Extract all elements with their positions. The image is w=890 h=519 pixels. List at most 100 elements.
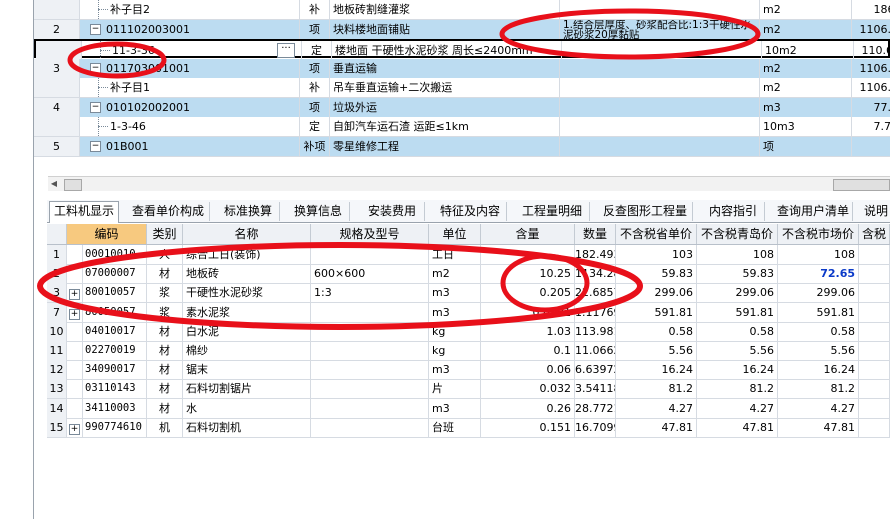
row-code-cell[interactable]: 1-3-46 <box>80 117 300 136</box>
tab-quantity-detail[interactable]: 工程量明细 <box>515 202 590 221</box>
row-name[interactable]: 楼地面 干硬性水泥砂浆 周长≤2400mm <box>332 41 562 60</box>
resource-name[interactable]: 地板砖 <box>183 264 311 284</box>
resource-spec[interactable] <box>311 302 429 322</box>
row-name[interactable]: 零星维修工程 <box>330 136 560 156</box>
resource-code[interactable]: 80010057 <box>83 283 147 303</box>
resource-row[interactable]: 7 +80050057 浆素水泥浆 m3 0.0101 1.11769 591.81 591.… <box>47 302 890 323</box>
resource-code[interactable]: 990774610 <box>83 417 147 437</box>
tab-notes[interactable]: 说明 <box>862 202 890 221</box>
resource-spec[interactable] <box>311 245 429 264</box>
resource-consumption[interactable]: 0.032 <box>481 379 575 399</box>
row-code-cell[interactable]: −011703001001 <box>80 58 300 78</box>
tab-reverse-graphic[interactable]: 反查图形工程量 <box>598 202 693 221</box>
resource-spec[interactable]: 600×600 <box>311 264 429 284</box>
resource-consumption[interactable]: 0.205 <box>481 283 575 303</box>
resource-spec[interactable] <box>311 379 429 399</box>
resource-code[interactable]: 00010010 <box>83 245 147 264</box>
resource-row[interactable]: 2 07000007 材地板砖 600×600 m2 10.25 1134.28 59.83 5… <box>47 264 890 285</box>
resource-code[interactable]: 02270019 <box>83 341 147 360</box>
resource-row[interactable]: 11 02270019 材棉纱 kg 0.1 11.0662 5.56 5.56 5.56 <box>47 341 890 361</box>
resource-name[interactable]: 白水泥 <box>183 321 311 341</box>
row-quantity[interactable]: 1106.62 <box>852 20 890 39</box>
header-consumption[interactable]: 含量 <box>481 224 575 244</box>
resource-consumption[interactable]: 0.06 <box>481 360 575 380</box>
row-name[interactable]: 地板砖割缝灌浆 <box>330 0 560 19</box>
resource-code[interactable]: 04010017 <box>83 321 147 341</box>
collapse-icon[interactable]: − <box>90 24 101 35</box>
tab-content-guide[interactable]: 内容指引 <box>702 202 765 221</box>
row-feature[interactable] <box>560 58 760 78</box>
resource-spec[interactable] <box>311 321 429 341</box>
resource-market-price[interactable]: 0.58 <box>778 321 859 341</box>
collapse-icon[interactable]: − <box>90 141 101 152</box>
resource-name[interactable]: 棉纱 <box>183 341 311 360</box>
resource-name[interactable]: 素水泥浆 <box>183 302 311 322</box>
row-feature[interactable]: 1.结合层厚度、砂浆配合比:1:3干硬性水泥砂浆20厚黏贴 <box>560 19 760 39</box>
header-quantity[interactable]: 数量 <box>575 224 616 244</box>
row-quantity[interactable]: 186.2 <box>852 0 890 19</box>
row-code-cell[interactable]: 补子目1 <box>80 78 300 97</box>
resource-code[interactable]: 34110003 <box>83 398 147 418</box>
resource-expander-cell[interactable] <box>67 398 83 418</box>
header-market-price[interactable]: 不含税市场价 <box>778 224 859 244</box>
resource-row[interactable]: 1 00010010 人综合工日(装饰) 工日 182.493 103 108 108 <box>47 245 890 265</box>
resource-consumption[interactable]: 0.1 <box>481 341 575 360</box>
resource-market-price[interactable]: 591.81 <box>778 302 859 322</box>
resource-name[interactable]: 综合工日(装饰) <box>183 245 311 264</box>
tab-query-user-list[interactable]: 查询用户清单 <box>774 202 853 221</box>
resource-spec[interactable] <box>311 360 429 380</box>
resource-expander-cell[interactable] <box>67 379 83 399</box>
resource-row[interactable]: 12 34090017 材锯末 m3 0.06 6.63972 16.24 16.24 16.2… <box>47 360 890 381</box>
bill-item-row[interactable]: 5−01B001补项零星维修工程项1 <box>34 136 890 157</box>
row-code-cell[interactable]: 11-3-36 ··· <box>82 41 302 60</box>
bill-item-row[interactable]: 3−011703001001项垂直运输m21106.62 <box>34 58 890 79</box>
row-quantity[interactable]: 110.662 <box>854 41 890 60</box>
resource-market-price[interactable]: 4.27 <box>778 398 859 418</box>
resource-row[interactable]: 10 04010017 材白水泥 kg 1.03 113.981 0.58 0.58 0.58 <box>47 321 890 342</box>
resource-row[interactable]: 14 34110003 材水 m3 0.26 28.7721 4.27 4.27 4.27 <box>47 398 890 419</box>
header-spec[interactable]: 规格及型号 <box>311 224 429 244</box>
row-feature[interactable] <box>560 97 760 117</box>
header-tax-price[interactable]: 含税 <box>859 224 890 244</box>
header-name[interactable]: 名称 <box>183 224 311 244</box>
resource-expander-cell[interactable] <box>67 360 83 380</box>
header-province-price[interactable]: 不含税省单价 <box>616 224 697 244</box>
resource-code[interactable]: 07000007 <box>83 264 147 284</box>
resource-expander-cell[interactable]: + <box>67 417 83 437</box>
resource-expander-cell[interactable] <box>67 321 83 341</box>
bill-item-row[interactable]: 4−010102002001项垃圾外运m377.16 <box>34 97 890 118</box>
resource-name[interactable]: 水 <box>183 398 311 418</box>
resource-expander-cell[interactable] <box>67 245 83 264</box>
resource-consumption[interactable] <box>481 245 575 264</box>
header-unit[interactable]: 单位 <box>429 224 481 244</box>
resource-spec[interactable]: 1:3 <box>311 283 429 303</box>
resource-row[interactable]: 13 03110143 材石料切割锯片片 0.032 3.54118 81.2 81.2 81… <box>47 379 890 400</box>
resource-market-price[interactable]: 72.65 <box>778 264 859 284</box>
row-code-cell[interactable]: 补子目2 <box>80 0 300 19</box>
tab-conversion-info[interactable]: 换算信息 <box>287 202 350 221</box>
resource-consumption[interactable]: 0.26 <box>481 398 575 418</box>
resource-consumption[interactable]: 0.151 <box>481 417 575 437</box>
scroll-left-arrow-icon[interactable]: ◀ <box>48 178 60 190</box>
resource-market-price[interactable]: 81.2 <box>778 379 859 399</box>
resource-consumption[interactable]: 0.0101 <box>481 302 575 322</box>
row-quantity[interactable]: 7.716 <box>852 117 890 136</box>
row-feature[interactable] <box>560 0 760 19</box>
resource-code[interactable]: 34090017 <box>83 360 147 380</box>
row-name[interactable]: 垂直运输 <box>330 58 560 78</box>
quota-row[interactable]: 11-3-36 ··· 定楼地面 干硬性水泥砂浆 周长≤2400mm 10m2 110.… <box>34 39 890 60</box>
expand-icon[interactable]: + <box>69 289 80 301</box>
row-quantity[interactable]: 1106.62 <box>852 59 890 78</box>
row-code-cell[interactable]: −011102003001 <box>80 19 300 39</box>
resource-consumption[interactable]: 1.03 <box>481 321 575 341</box>
tab-install-fees[interactable]: 安装费用 <box>360 202 425 221</box>
resource-name[interactable]: 锯末 <box>183 360 311 380</box>
resource-spec[interactable] <box>311 341 429 360</box>
quota-row[interactable]: 补子目2 补地板砖割缝灌浆 m2186.2 <box>34 0 890 20</box>
row-quantity[interactable]: 1106.62 <box>852 78 890 97</box>
resource-expander-cell[interactable]: + <box>67 283 83 303</box>
resource-market-price[interactable]: 108 <box>778 245 859 264</box>
row-name[interactable]: 吊车垂直运输+二次搬运 <box>330 78 560 97</box>
tab-resources[interactable]: 工料机显示 <box>49 201 119 223</box>
expand-icon[interactable]: + <box>69 308 80 320</box>
